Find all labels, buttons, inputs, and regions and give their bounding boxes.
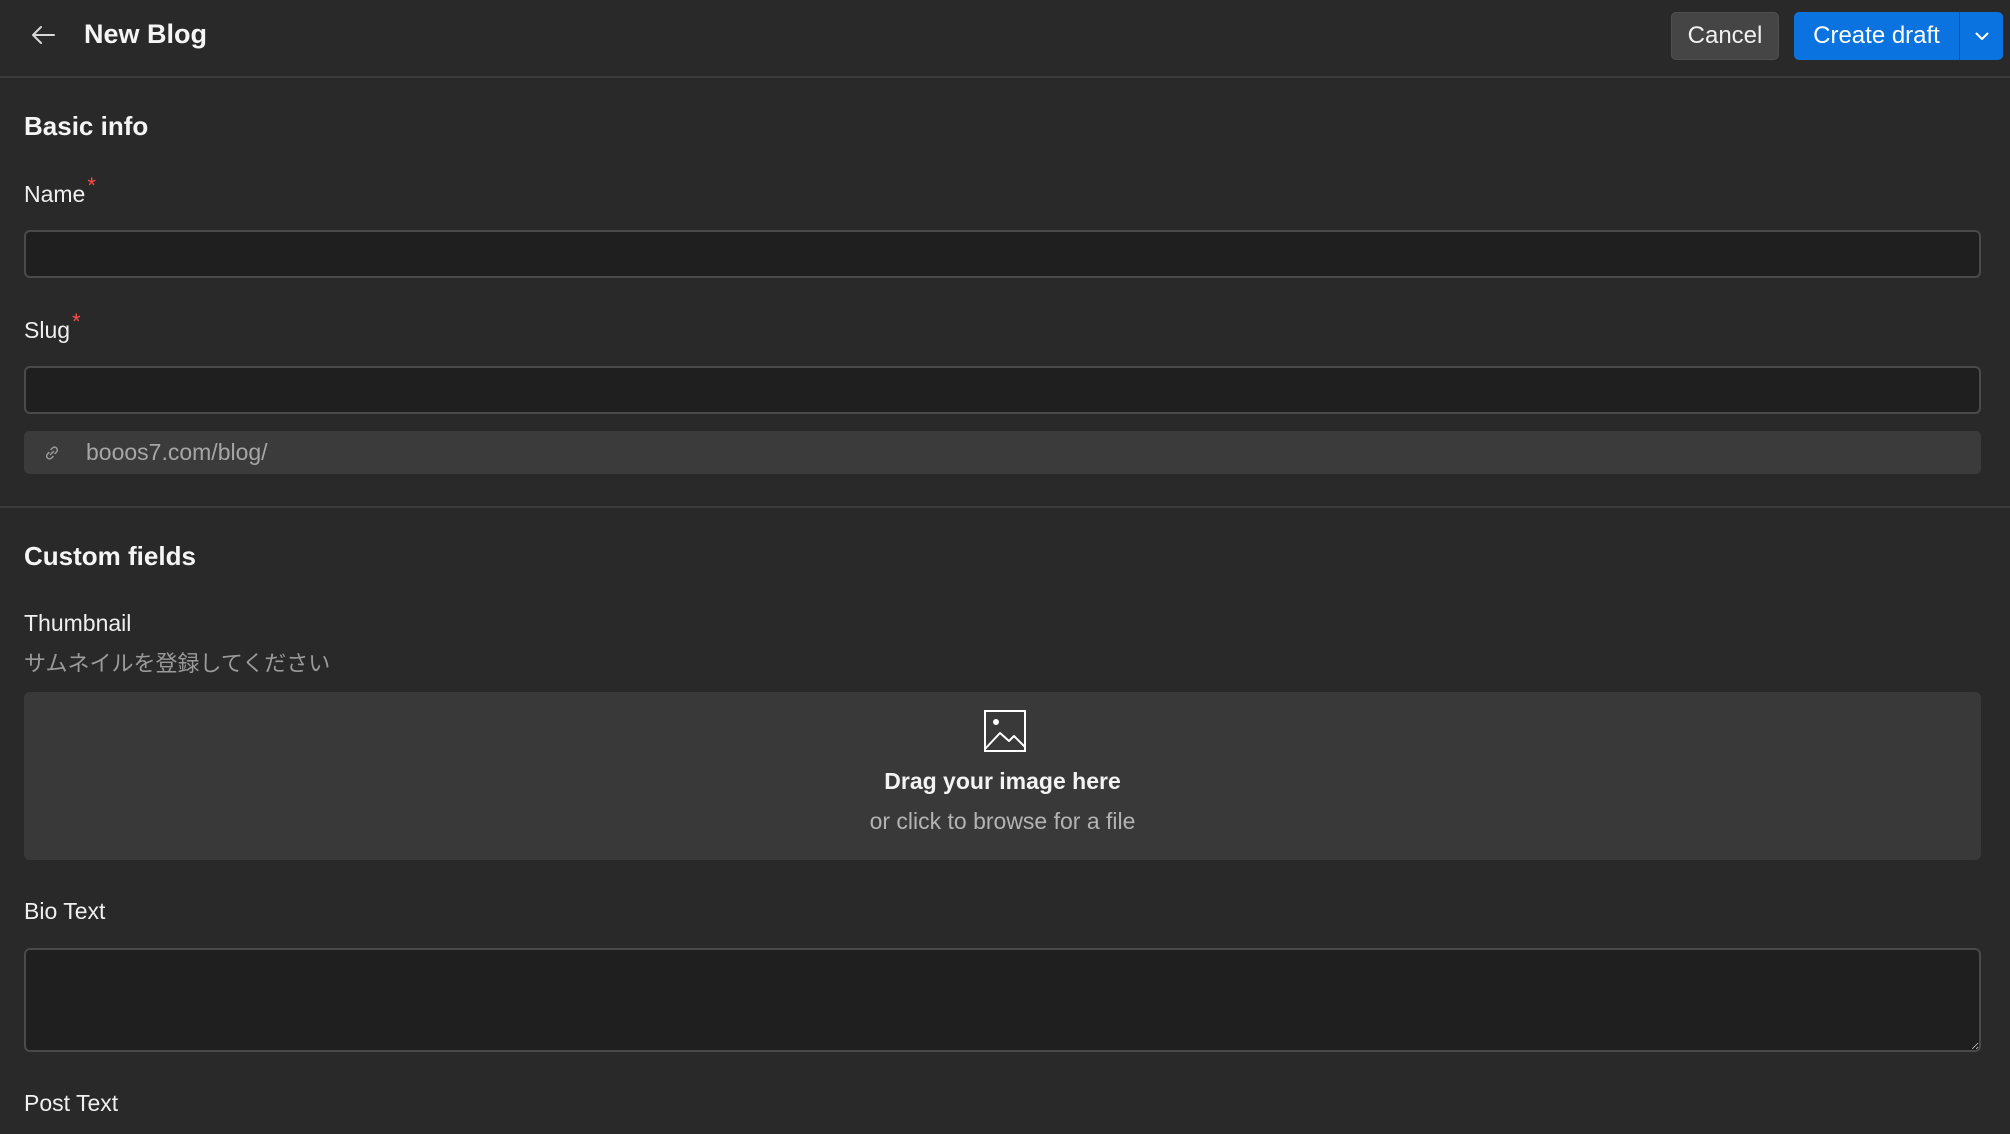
arrow-left-icon xyxy=(32,26,55,44)
section-title-custom-fields: Custom fields xyxy=(24,541,196,571)
thumbnail-hint: サムネイルを登録してください xyxy=(24,651,331,676)
required-mark: * xyxy=(72,309,81,334)
name-label: Name* xyxy=(24,173,96,208)
slug-input[interactable] xyxy=(24,366,1981,414)
section-title-basic-info: Basic info xyxy=(24,111,149,141)
page-title: New Blog xyxy=(84,19,208,49)
name-input[interactable] xyxy=(24,230,1981,278)
chevron-down-icon xyxy=(1975,32,1988,40)
required-mark: * xyxy=(87,173,96,198)
create-options-button[interactable] xyxy=(1960,12,2003,60)
slug-label-text: Slug xyxy=(24,317,71,343)
dropzone-subtitle: or click to browse for a file xyxy=(869,808,1136,834)
image-icon xyxy=(984,710,1026,752)
dropzone-title: Drag your image here xyxy=(884,768,1121,794)
post-text-label: Post Text xyxy=(24,1090,119,1116)
link-icon xyxy=(44,444,62,462)
thumbnail-dropzone[interactable]: Drag your image here or click to browse … xyxy=(24,692,1981,860)
name-label-text: Name xyxy=(24,181,86,207)
slug-preview: booos7.com/blog/ xyxy=(24,431,1981,474)
thumbnail-label: Thumbnail xyxy=(24,610,132,636)
create-draft-button[interactable]: Create draft xyxy=(1794,12,1959,60)
bio-text-label: Bio Text xyxy=(24,898,106,924)
top-bar: New Blog Cancel Create draft xyxy=(0,0,2010,78)
back-button[interactable] xyxy=(26,18,60,52)
slug-label: Slug* xyxy=(24,309,81,344)
slug-preview-text: booos7.com/blog/ xyxy=(86,439,268,465)
create-draft-split-button: Create draft xyxy=(1794,12,2003,60)
bio-text-input[interactable] xyxy=(24,948,1981,1052)
cancel-button[interactable]: Cancel xyxy=(1671,12,1779,60)
section-divider xyxy=(0,506,2010,508)
